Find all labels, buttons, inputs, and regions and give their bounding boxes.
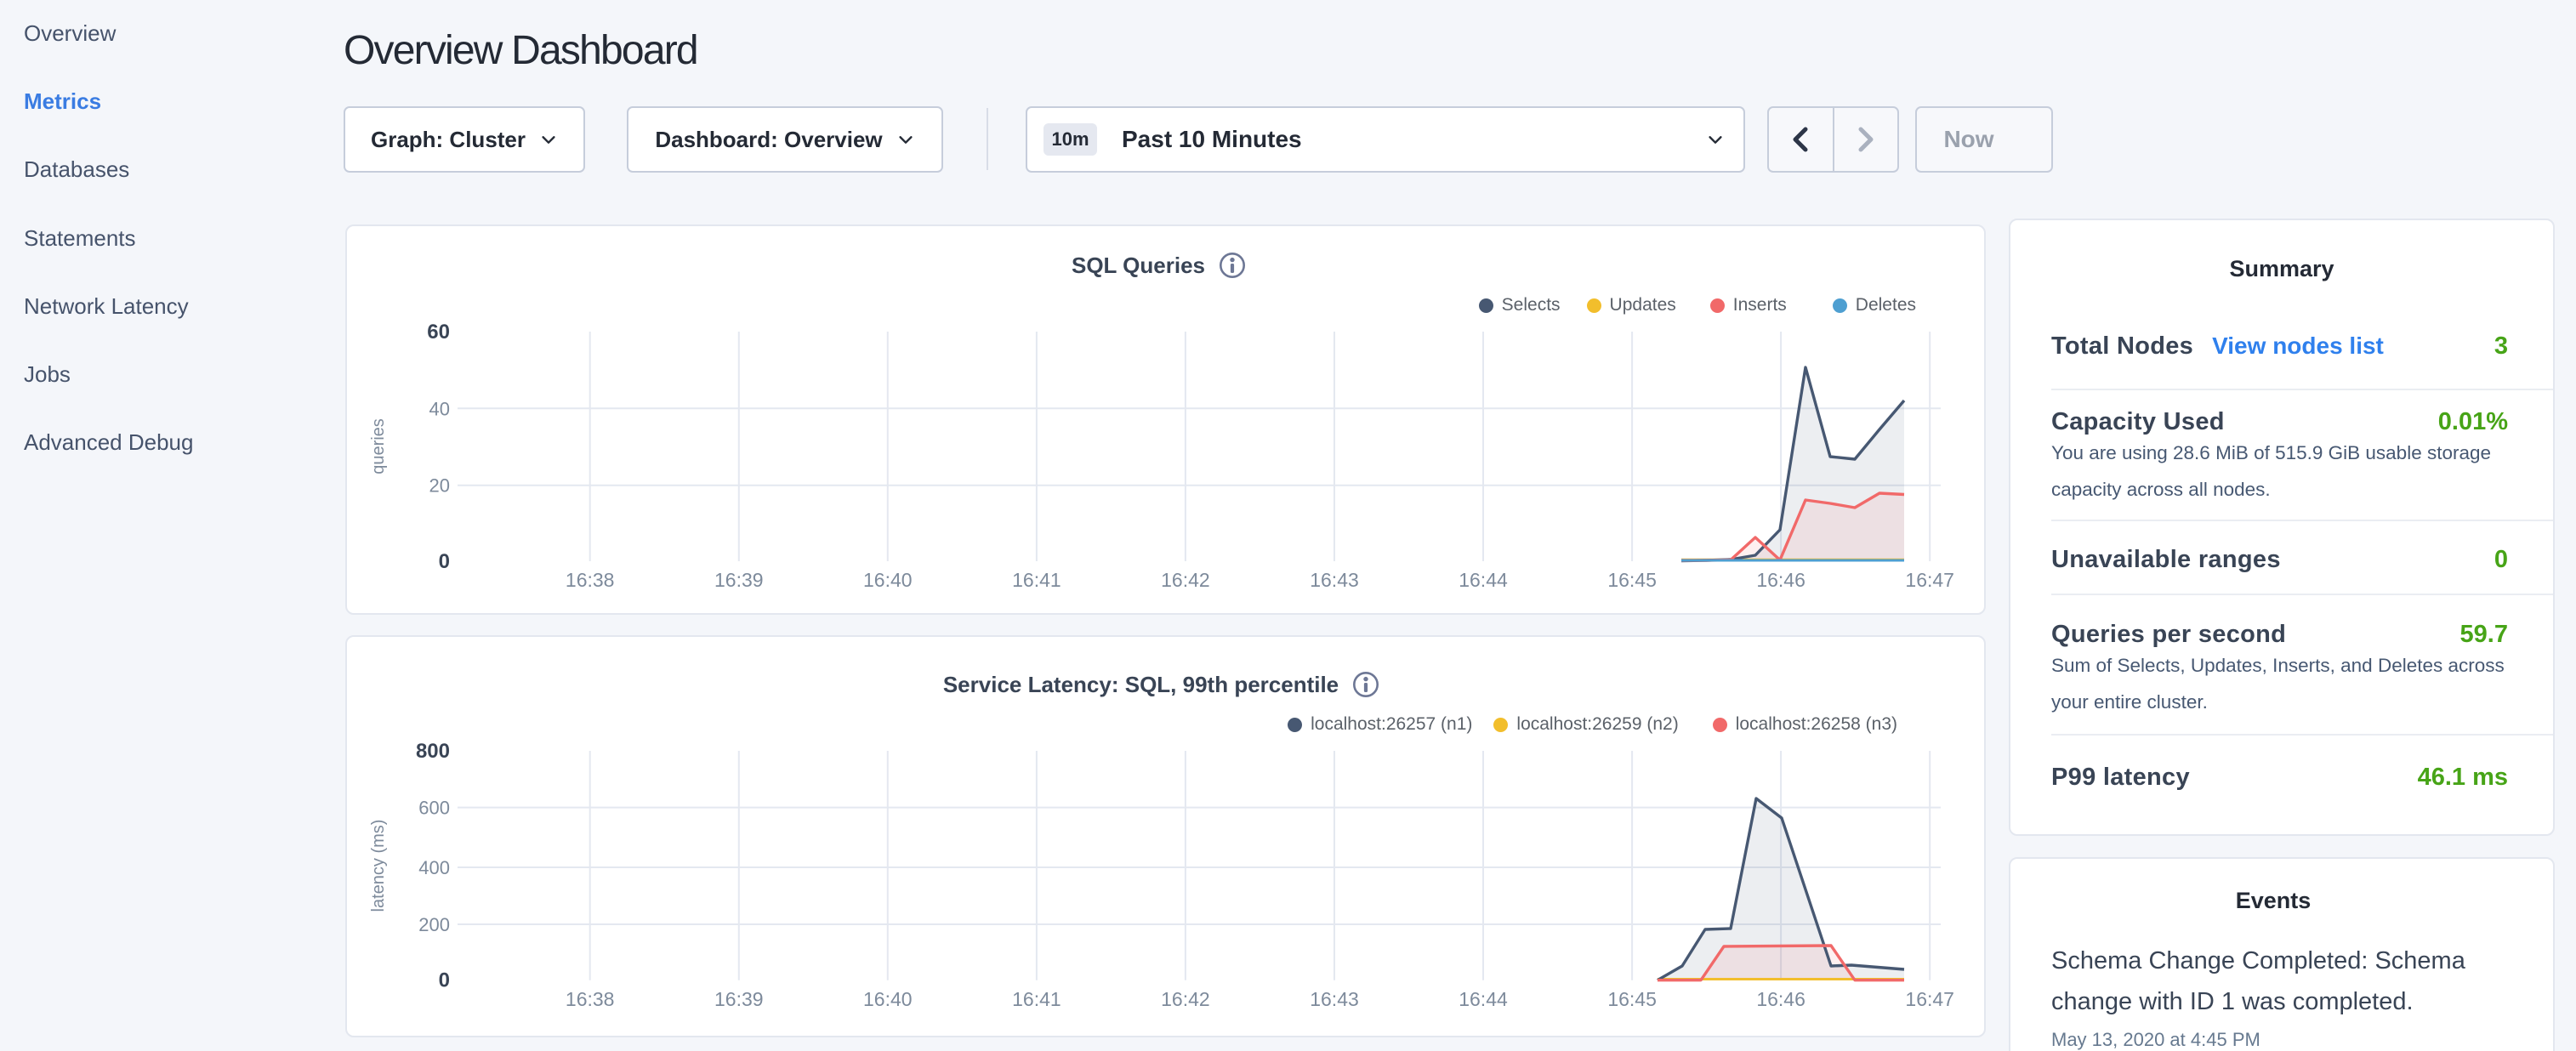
svg-text:16:38: 16:38 — [566, 569, 615, 591]
svg-text:600: 600 — [418, 798, 450, 819]
svg-text:16:45: 16:45 — [1607, 988, 1657, 1010]
svg-text:queries: queries — [369, 418, 388, 474]
svg-text:16:46: 16:46 — [1756, 988, 1805, 1010]
svg-text:20: 20 — [429, 475, 450, 497]
svg-text:16:41: 16:41 — [1012, 569, 1061, 591]
svg-text:latency (ms): latency (ms) — [369, 820, 388, 912]
svg-text:16:42: 16:42 — [1161, 988, 1210, 1010]
svg-text:16:44: 16:44 — [1459, 988, 1508, 1010]
svg-text:16:38: 16:38 — [566, 988, 615, 1010]
svg-text:16:47: 16:47 — [1905, 569, 1954, 591]
svg-text:16:39: 16:39 — [714, 988, 764, 1010]
svg-text:16:40: 16:40 — [863, 988, 913, 1010]
svg-text:16:43: 16:43 — [1310, 569, 1359, 591]
svg-text:16:42: 16:42 — [1161, 569, 1210, 591]
svg-text:16:45: 16:45 — [1607, 569, 1657, 591]
svg-text:0: 0 — [439, 550, 450, 573]
svg-text:16:39: 16:39 — [714, 569, 764, 591]
svg-text:16:46: 16:46 — [1756, 569, 1805, 591]
svg-text:0: 0 — [439, 969, 450, 992]
svg-text:16:43: 16:43 — [1310, 988, 1359, 1010]
svg-text:400: 400 — [418, 857, 450, 878]
svg-text:60: 60 — [427, 321, 450, 344]
svg-text:16:47: 16:47 — [1905, 988, 1954, 1010]
svg-text:800: 800 — [416, 740, 450, 763]
svg-text:16:41: 16:41 — [1012, 988, 1061, 1010]
svg-text:200: 200 — [418, 914, 450, 935]
svg-text:40: 40 — [429, 398, 450, 419]
svg-text:16:44: 16:44 — [1459, 569, 1508, 591]
svg-text:16:40: 16:40 — [863, 569, 913, 591]
